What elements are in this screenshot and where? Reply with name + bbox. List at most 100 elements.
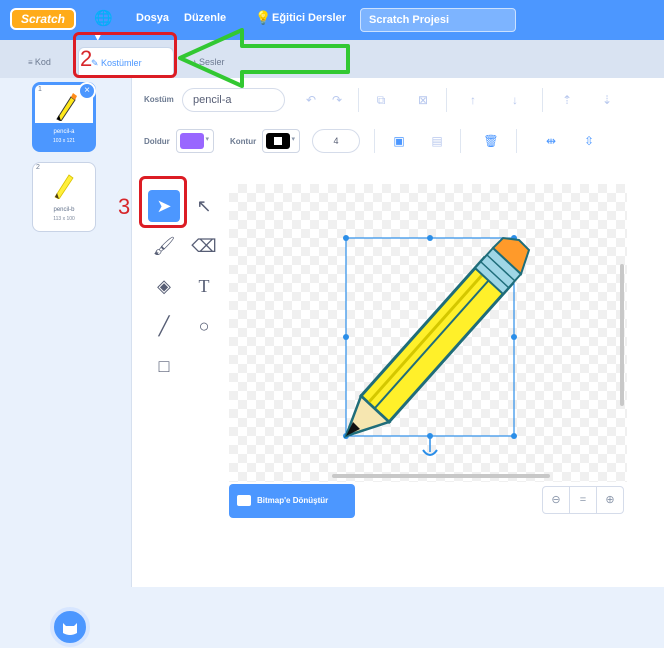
flip-horizontal-icon: ⇹ bbox=[545, 134, 557, 148]
undo-icon: ↶ bbox=[305, 93, 317, 107]
costume-item-2[interactable]: 2 pencil-b 113 x 100 bbox=[32, 162, 96, 232]
menu-file[interactable]: Dosya bbox=[136, 12, 169, 24]
costume-number: 2 bbox=[36, 164, 40, 171]
divider bbox=[542, 88, 543, 112]
redo-button[interactable]: ↷ bbox=[326, 89, 348, 111]
copy-icon: ▣ bbox=[393, 134, 405, 148]
menu-edit[interactable]: Düzenle bbox=[184, 12, 226, 24]
cat-icon bbox=[63, 623, 77, 635]
ungroup-button[interactable]: ⊠ bbox=[412, 89, 434, 111]
flip-vertical-button[interactable]: ⇳ bbox=[578, 130, 600, 152]
eraser-icon: ⌫ bbox=[191, 236, 217, 256]
costume-name-label: Kostüm bbox=[144, 95, 174, 104]
line-tool[interactable]: ╱ bbox=[148, 310, 180, 342]
zoom-reset-button[interactable]: = bbox=[569, 486, 597, 514]
add-costume-button[interactable] bbox=[50, 607, 90, 647]
drawing-canvas[interactable] bbox=[229, 184, 627, 482]
vertical-scrollbar[interactable] bbox=[620, 264, 624, 406]
divider bbox=[460, 129, 461, 153]
pencil-thumbnail-icon bbox=[56, 93, 77, 121]
scratch-logo[interactable]: Scratch bbox=[10, 8, 76, 30]
costume-size: 113 x 100 bbox=[53, 216, 75, 222]
group-icon: ⧉ bbox=[376, 93, 386, 107]
zoom-out-button[interactable]: ⊖ bbox=[542, 486, 570, 514]
eraser-tool[interactable]: ⌫ bbox=[188, 230, 220, 262]
flip-vertical-icon: ⇳ bbox=[583, 134, 595, 148]
tab-code[interactable]: ≡ Kod bbox=[16, 47, 78, 78]
annotation-step-3: 3 bbox=[118, 194, 131, 219]
ungroup-icon: ⊠ bbox=[417, 93, 429, 107]
forward-button[interactable]: ↑ bbox=[462, 89, 484, 111]
reshape-tool[interactable]: ↖ bbox=[188, 190, 220, 222]
trash-icon: 🗑 bbox=[483, 134, 499, 148]
brush-tool[interactable]: 🖌 bbox=[148, 230, 180, 262]
code-icon: ≡ bbox=[28, 58, 35, 67]
menu-tutorials[interactable]: Eğitici Dersler bbox=[272, 12, 346, 24]
flip-horizontal-button[interactable]: ⇹ bbox=[540, 130, 562, 152]
divider bbox=[358, 88, 359, 112]
lightbulb-icon: 💡 bbox=[255, 10, 272, 25]
zoom-reset-icon: = bbox=[579, 494, 587, 506]
divider bbox=[446, 88, 447, 112]
line-icon: ╱ bbox=[158, 316, 170, 336]
zoom-out-icon: ⊖ bbox=[551, 494, 561, 506]
zoom-in-icon: ⊕ bbox=[605, 494, 615, 506]
fill-tool[interactable]: ◈ bbox=[148, 270, 180, 302]
costume-number: 1 bbox=[38, 86, 42, 93]
delete-button[interactable]: 🗑 bbox=[480, 130, 502, 152]
rectangle-tool[interactable]: □ bbox=[148, 350, 180, 382]
redo-icon: ↷ bbox=[331, 93, 343, 107]
fill-color-swatch bbox=[180, 133, 204, 149]
arrow-down-icon: ↓ bbox=[512, 93, 518, 107]
group-button[interactable]: ⧉ bbox=[370, 89, 392, 111]
tab-code-label: Kod bbox=[34, 57, 51, 67]
convert-to-bitmap-label: Bitmap'e Dönüştür bbox=[257, 496, 329, 505]
text-icon: T bbox=[198, 276, 210, 296]
paint-bucket-icon: ◈ bbox=[157, 276, 171, 296]
front-button[interactable]: ⇡ bbox=[556, 89, 578, 111]
copy-button[interactable]: ▣ bbox=[388, 130, 410, 152]
convert-to-bitmap-button[interactable]: Bitmap'e Dönüştür bbox=[229, 484, 355, 518]
paste-button[interactable]: ▤ bbox=[426, 130, 448, 152]
costume-size: 103 x 121 bbox=[53, 138, 75, 144]
pencil-thumbnail-icon bbox=[54, 174, 74, 199]
stroke-width-input[interactable]: 4 bbox=[312, 129, 360, 153]
reshape-icon: ↖ bbox=[196, 196, 212, 216]
outline-color-swatch bbox=[266, 133, 290, 149]
horizontal-scrollbar[interactable] bbox=[332, 474, 550, 478]
arrow-up-icon: ↑ bbox=[470, 93, 476, 107]
costume-selected-band bbox=[35, 123, 93, 149]
language-globe-icon[interactable]: 🌐▾ bbox=[94, 10, 118, 45]
divider bbox=[374, 129, 375, 153]
back-button[interactable]: ⇣ bbox=[596, 89, 618, 111]
costume-item-1[interactable]: 1 × pencil-a 103 x 121 bbox=[32, 82, 96, 152]
chevron-down-icon: ▾ bbox=[205, 136, 209, 143]
paste-icon: ▤ bbox=[431, 134, 443, 148]
costume-name: pencil-a bbox=[53, 129, 75, 135]
costume-name-input[interactable]: pencil-a bbox=[182, 88, 285, 112]
zoom-in-button[interactable]: ⊕ bbox=[596, 486, 624, 514]
undo-button[interactable]: ↶ bbox=[300, 89, 322, 111]
brush-icon: 🖌 bbox=[152, 236, 176, 256]
costume-list-sidebar: 1 × pencil-a 103 x 121 2 pencil-b 113 x … bbox=[0, 78, 132, 647]
fill-label: Doldur bbox=[144, 137, 170, 146]
outline-color-picker[interactable]: ▾ bbox=[262, 129, 300, 153]
chevron-down-icon: ▾ bbox=[291, 136, 295, 143]
text-tool[interactable]: T bbox=[188, 270, 220, 302]
backward-button[interactable]: ↓ bbox=[504, 89, 526, 111]
paint-editor: Kostüm pencil-a ↶ ↷ ⧉ ⊠ ↑ ↓ ⇡ ⇣ Doldur ▾… bbox=[132, 78, 664, 587]
annotation-step-2: 2 bbox=[80, 46, 93, 71]
arrow-top-icon: ⇡ bbox=[561, 93, 573, 107]
project-title-input[interactable]: Scratch Projesi bbox=[360, 8, 516, 32]
divider bbox=[516, 129, 517, 153]
outline-label: Kontur bbox=[230, 137, 257, 146]
circle-tool[interactable]: ○ bbox=[188, 310, 220, 342]
arrow-bottom-icon: ⇣ bbox=[601, 93, 613, 107]
annotation-arrow bbox=[178, 28, 350, 88]
image-icon bbox=[237, 495, 251, 506]
costume-name: pencil-b bbox=[53, 207, 75, 213]
rectangle-icon: □ bbox=[158, 356, 170, 376]
delete-costume-icon[interactable]: × bbox=[78, 82, 96, 100]
fill-color-picker[interactable]: ▾ bbox=[176, 129, 214, 153]
pencil-drawing bbox=[343, 235, 531, 456]
